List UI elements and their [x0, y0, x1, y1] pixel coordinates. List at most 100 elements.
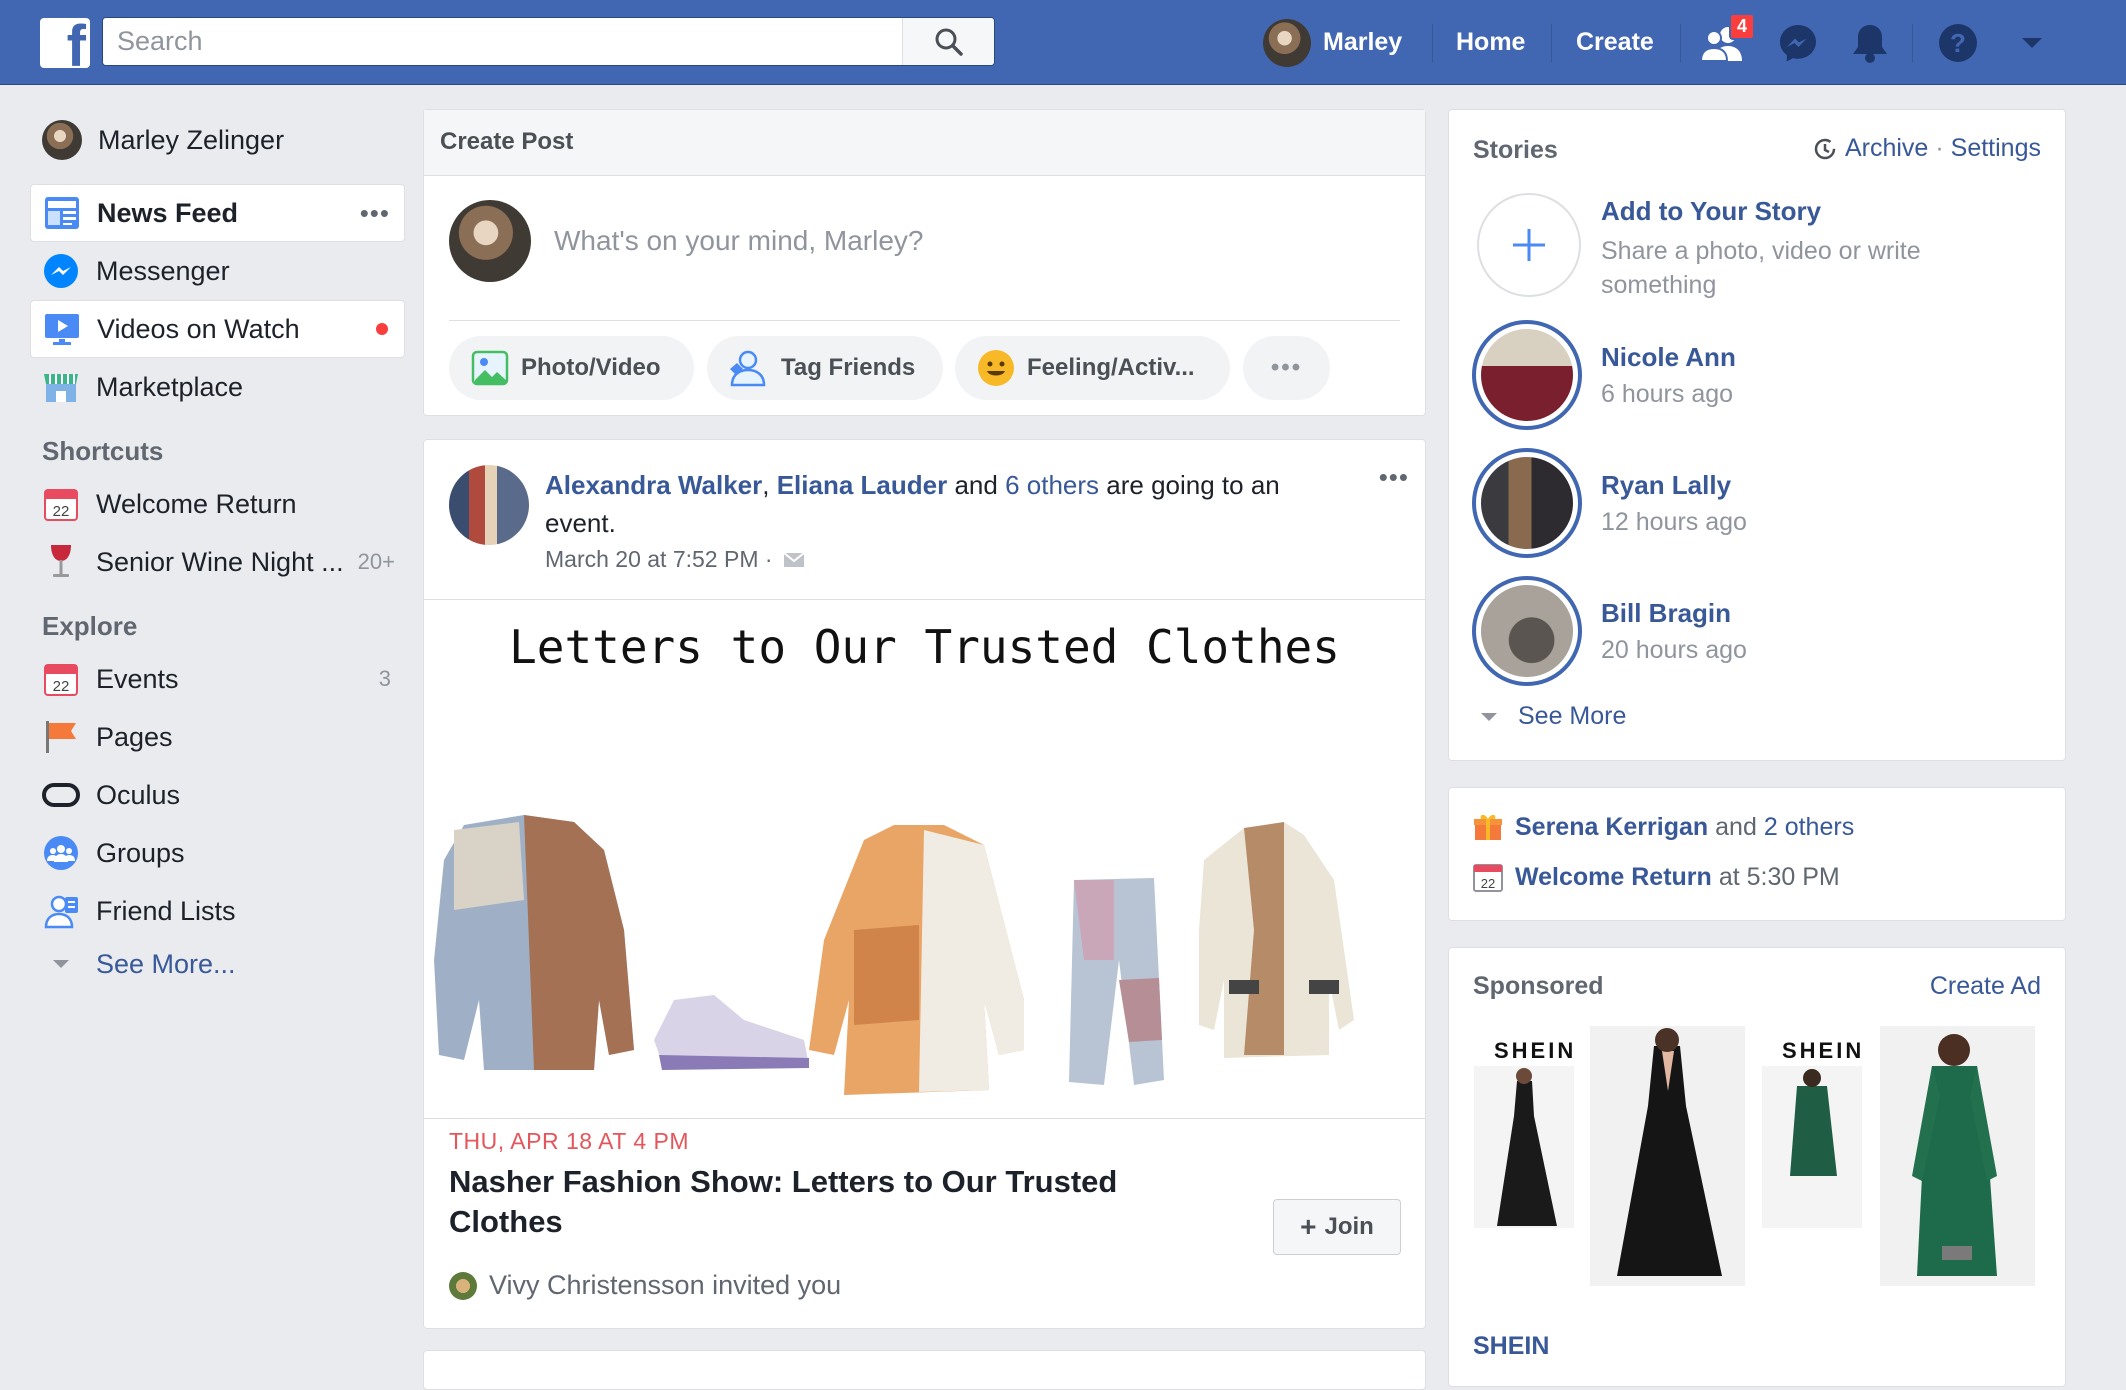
sidebar-item-watch[interactable]: Videos on Watch [30, 300, 405, 358]
next-post-card [423, 1350, 1426, 1390]
account-menu-button[interactable] [2020, 0, 2044, 85]
add-story-title[interactable]: Add to Your Story [1601, 196, 1821, 227]
avatar [449, 1271, 477, 1300]
new-content-dot [376, 323, 388, 335]
author-link[interactable]: Eliana Lauder [777, 470, 948, 500]
story-avatar[interactable] [1472, 576, 1582, 686]
sidebar-item-label: Marketplace [96, 371, 244, 402]
facebook-logo-icon[interactable]: f [40, 18, 90, 68]
story-name[interactable]: Bill Bragin [1601, 598, 1731, 629]
post-options-icon[interactable]: ••• [1379, 462, 1409, 493]
photo-video-button[interactable]: Photo/Video [449, 336, 694, 400]
join-event-button[interactable]: + Join [1273, 1199, 1401, 1255]
story-name[interactable]: Ryan Lally [1601, 470, 1731, 501]
plus-icon [1513, 229, 1545, 261]
home-label: Home [1456, 28, 1526, 56]
sidebar-item-messenger[interactable]: Messenger [30, 242, 405, 300]
sidebar-item-oculus[interactable]: Oculus [30, 766, 405, 824]
home-link[interactable]: Home [1456, 0, 1525, 85]
messenger-icon [1780, 24, 1816, 61]
divider [449, 320, 1400, 321]
clothing-collage-image [434, 815, 1354, 1095]
sidebar-item-news-feed[interactable]: News Feed ••• [30, 184, 405, 242]
sponsored-ad-image[interactable]: SHEIN SHEIN [1472, 1026, 2040, 1290]
story-name[interactable]: Nicole Ann [1601, 342, 1736, 373]
see-more-link[interactable]: See More... [96, 949, 236, 980]
avatar [42, 120, 82, 160]
messenger-button[interactable] [1777, 0, 1819, 85]
calendar-icon: 22 [42, 485, 80, 523]
join-label: Join [1324, 1213, 1374, 1240]
archive-link[interactable]: Archive [1845, 134, 1928, 163]
chevron-down-icon [42, 945, 80, 983]
dress-product-images [1474, 1026, 2035, 1286]
event-reminder: 22 Welcome Return at 5:30 PM [1473, 862, 1840, 892]
sidebar-item-label: Senior Wine Night ... [96, 546, 344, 577]
feeling-activity-label: Feeling/Activ... [1027, 354, 1195, 381]
add-story-button[interactable] [1477, 193, 1581, 297]
post-composer-input[interactable]: What's on your mind, Marley? [554, 225, 923, 257]
create-label: Create [1576, 28, 1654, 56]
avatar[interactable] [449, 465, 529, 545]
sidebar-item-senior-wine-night[interactable]: Senior Wine Night ... 20+ [30, 533, 405, 591]
news-feed-icon [43, 194, 81, 232]
calendar-icon: 22 [1473, 862, 1503, 892]
create-link[interactable]: Create [1576, 0, 1654, 85]
timestamp[interactable]: March 20 at 7:52 PM · [545, 546, 773, 573]
sidebar-item-groups[interactable]: Groups [30, 824, 405, 882]
story-time: 12 hours ago [1601, 508, 1747, 536]
help-icon: ? [1939, 23, 1977, 62]
sidebar-item-label: Friend Lists [96, 895, 236, 926]
search-button[interactable] [902, 18, 994, 65]
story-avatar[interactable] [1472, 320, 1582, 430]
chevron-down-icon [2022, 37, 2042, 48]
sidebar-item-friend-lists[interactable]: Friend Lists [30, 882, 405, 940]
search-input[interactable] [103, 18, 903, 65]
post-header-text: Alexandra Walker, Eliana Lauder and 6 ot… [545, 466, 1345, 542]
notifications-button[interactable] [1850, 0, 1890, 85]
avatar [449, 200, 531, 282]
author-link[interactable]: Alexandra Walker [545, 470, 762, 500]
create-ad-link[interactable]: Create Ad [1930, 972, 2041, 1001]
settings-link[interactable]: Settings [1951, 134, 2041, 163]
calendar-icon: 22 [42, 660, 80, 698]
story-avatar[interactable] [1472, 448, 1582, 558]
sidebar-item-label: Groups [96, 837, 185, 868]
archive-clock-icon [1813, 137, 1837, 161]
sidebar-item-welcome-return[interactable]: 22 Welcome Return [30, 475, 405, 533]
profile-link[interactable]: Marley [1263, 0, 1402, 85]
feeling-activity-button[interactable]: Feeling/Activ... [955, 336, 1230, 400]
stories-see-more[interactable]: See More [1480, 702, 1626, 731]
sidebar-profile[interactable]: Marley Zelinger [30, 110, 405, 170]
sidebar-item-label: Events [96, 663, 179, 694]
event-title[interactable]: Nasher Fashion Show: Letters to Our Trus… [449, 1162, 1169, 1242]
others-link[interactable]: 2 others [1764, 813, 1854, 842]
profile-name: Marley [1323, 28, 1403, 56]
sidebar-item-marketplace[interactable]: Marketplace [30, 358, 405, 416]
item-count: 3 [378, 666, 391, 691]
event-cover-image[interactable]: Letters to Our Trusted Clothes [424, 599, 1425, 1119]
sidebar-item-events[interactable]: 22 Events 3 [30, 650, 405, 708]
flag-icon [42, 718, 80, 756]
divider [1912, 24, 1913, 62]
wine-glass-icon [42, 543, 80, 581]
advertiser-name[interactable]: SHEIN [1473, 1332, 1549, 1361]
help-button[interactable]: ? [1937, 0, 1979, 85]
birthday-person-link[interactable]: Serena Kerrigan [1515, 813, 1708, 842]
others-link[interactable]: 6 others [1005, 470, 1099, 500]
sidebar-item-pages[interactable]: Pages [30, 708, 405, 766]
item-count: 20+ [357, 549, 395, 574]
event-link[interactable]: Welcome Return [1515, 863, 1712, 892]
conjunction: and [954, 470, 998, 500]
svg-text:?: ? [1950, 28, 1966, 58]
divider [1551, 24, 1552, 62]
photo-video-label: Photo/Video [521, 354, 661, 381]
tag-friends-button[interactable]: Tag Friends [707, 336, 943, 400]
sidebar-see-more[interactable]: See More... [30, 940, 405, 988]
birthday-reminder: Serena Kerrigan and 2 others [1473, 812, 1854, 842]
search-box [102, 17, 995, 66]
more-options-icon[interactable]: ••• [360, 198, 390, 229]
sidebar-item-label: Messenger [96, 255, 230, 286]
more-options-button[interactable]: ••• [1243, 336, 1330, 400]
sponsored-heading: Sponsored [1473, 972, 1604, 1000]
